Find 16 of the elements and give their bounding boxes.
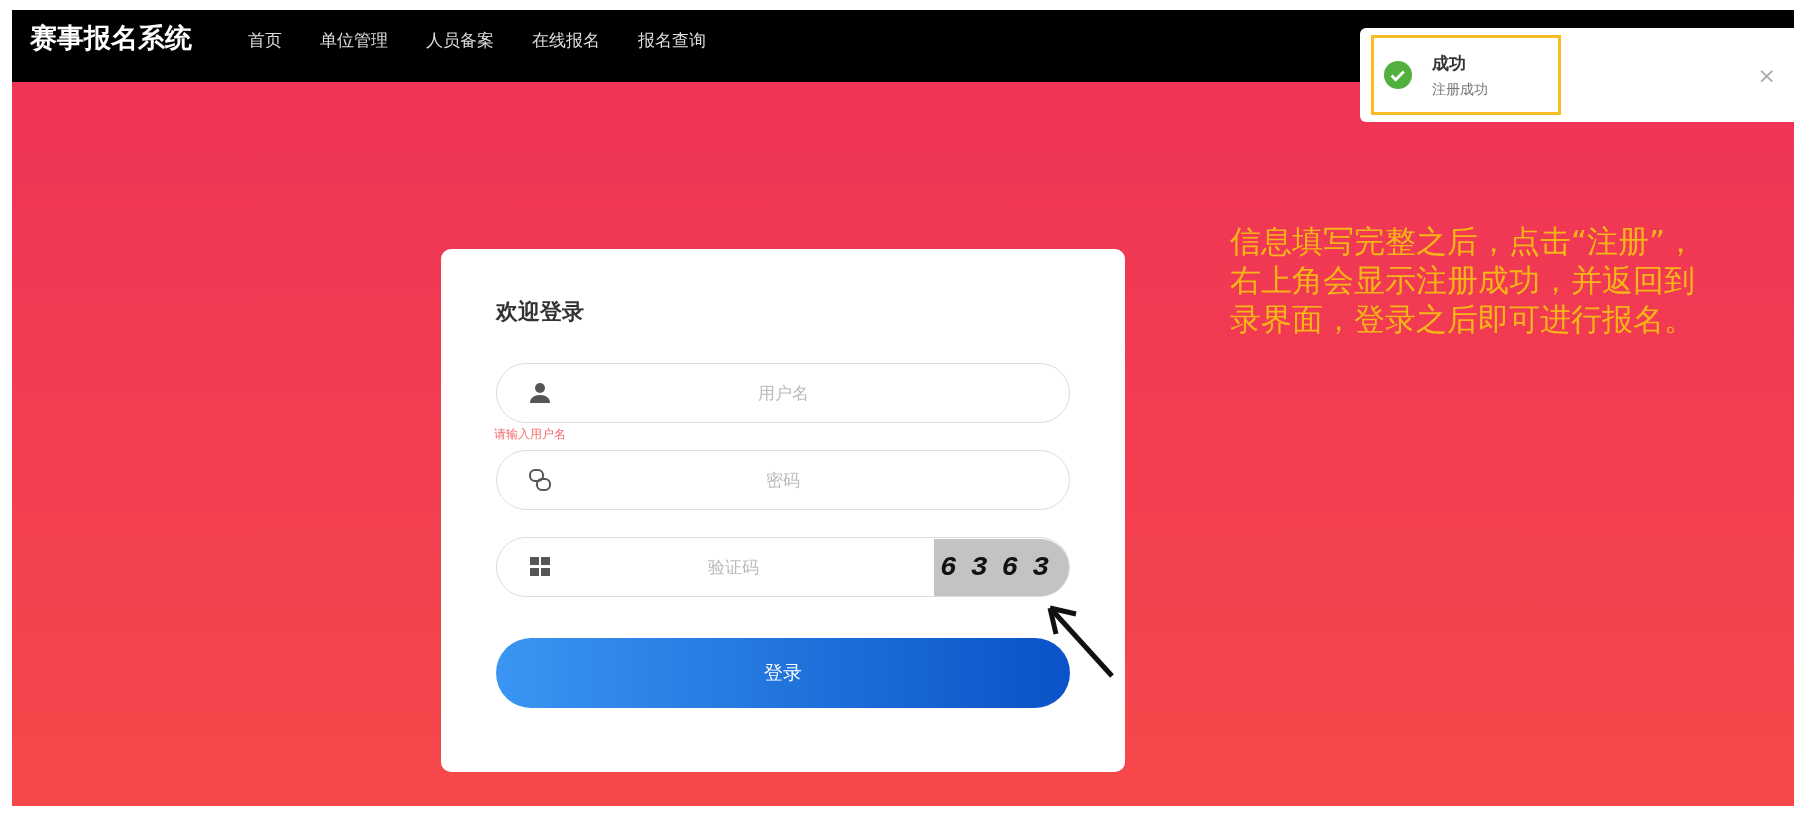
input-field[interactable]: 密码: [496, 450, 1070, 510]
login-button[interactable]: 登录: [496, 638, 1070, 708]
nav-link[interactable]: 人员备案: [426, 28, 494, 52]
nav-link[interactable]: 首页: [248, 28, 282, 52]
captcha-image[interactable]: 6363: [934, 538, 1069, 596]
login-title: 欢迎登录: [496, 298, 585, 326]
toast-message: 注册成功: [1432, 80, 1488, 99]
nav-link[interactable]: 报名查询: [638, 28, 706, 52]
input-field[interactable]: 用户名: [496, 363, 1070, 423]
site-title: 赛事报名系统: [30, 21, 192, 55]
check-icon: [1384, 61, 1412, 89]
nav-link[interactable]: 单位管理: [320, 28, 388, 52]
nav-link[interactable]: 在线报名: [532, 28, 600, 52]
annotation-text: 信息填写完整之后，点击“注册”， 右上角会显示注册成功，并返回到 录界面，登录之后即可进行报名。: [1230, 222, 1697, 339]
toast-title: 成功: [1432, 51, 1467, 75]
error-message: 请输入用户名: [494, 426, 567, 443]
